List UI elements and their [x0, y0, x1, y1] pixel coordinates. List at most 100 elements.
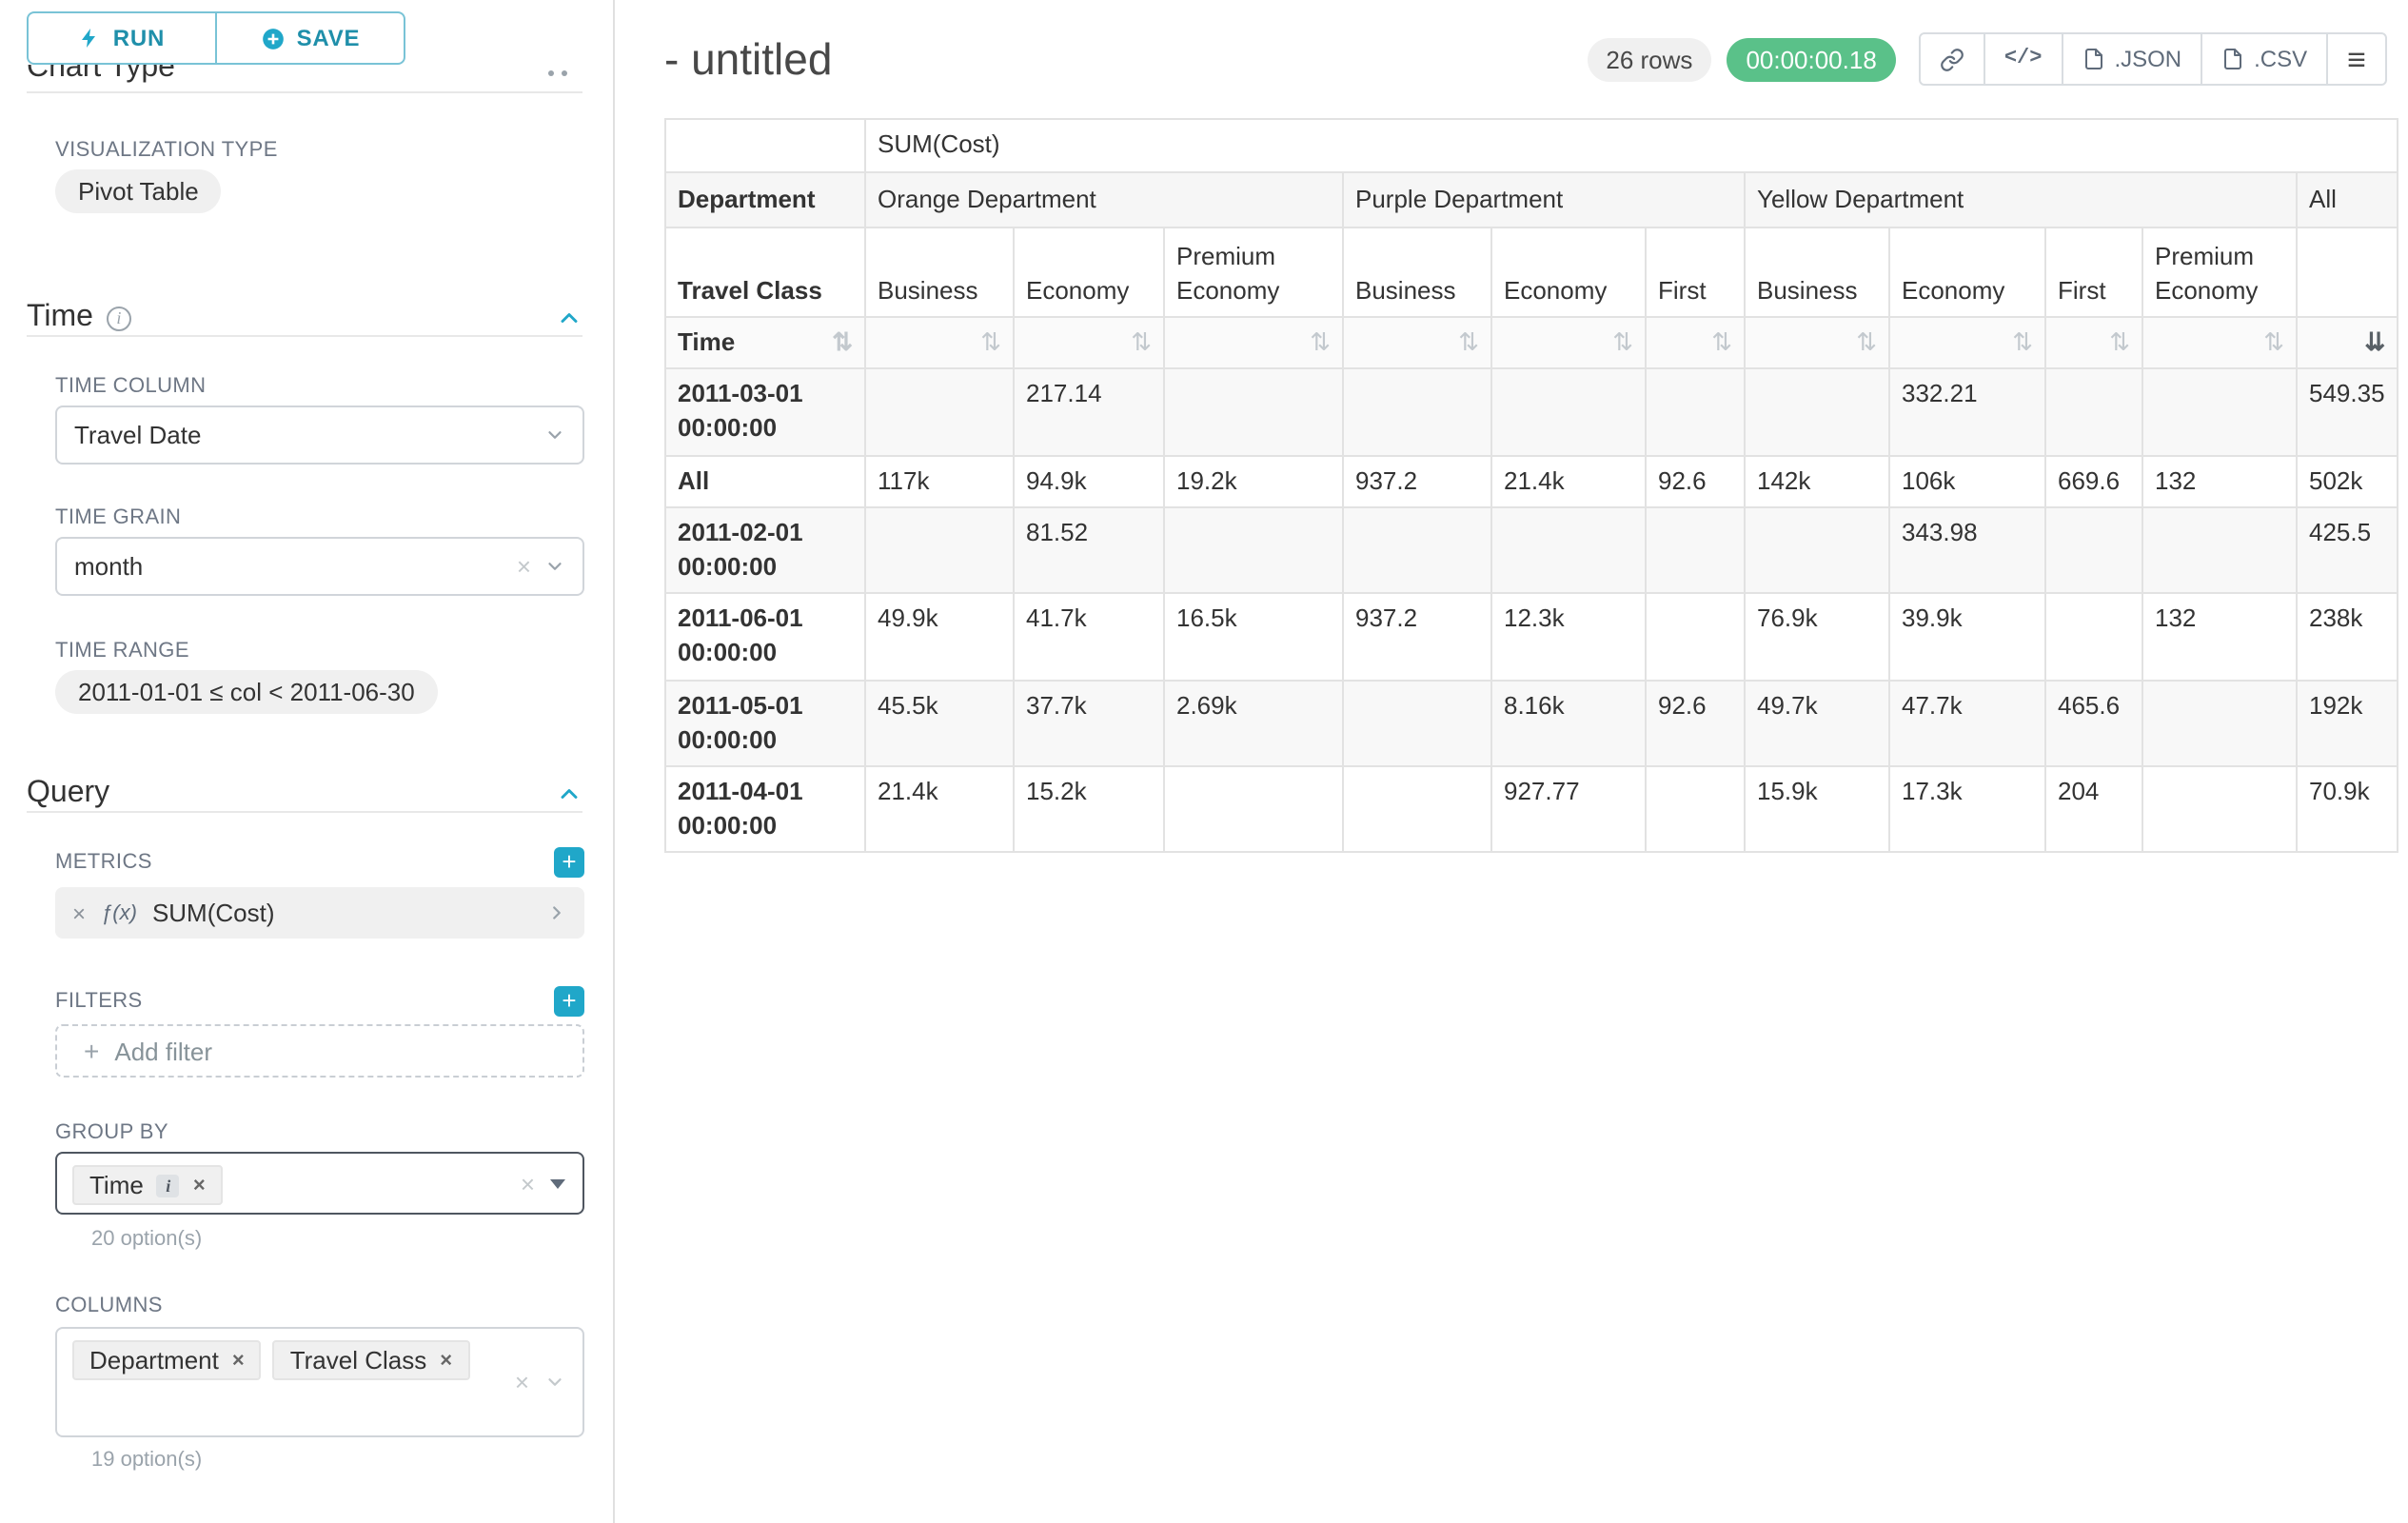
sort-header-cell: ⇅ [2142, 317, 2297, 368]
section-query[interactable]: Query [27, 777, 582, 811]
group-by-options-count: 20 option(s) [91, 1228, 584, 1251]
pivot-row: 2011-02-01 00:00:0081.52343.98425.5 [665, 507, 2398, 594]
run-button[interactable]: RUN [27, 11, 217, 65]
sort-icon[interactable]: ⇅ [1310, 326, 1331, 360]
chart-title[interactable]: - untitled [664, 33, 832, 85]
sort-icon[interactable]: ⇅ [1711, 326, 1732, 360]
add-filter-button[interactable]: + Add filter [55, 1024, 584, 1078]
clear-icon[interactable]: × [515, 1370, 529, 1394]
column-subheader: Premium Economy [2142, 227, 2297, 317]
value-cell: 106k [1889, 455, 2045, 506]
sort-header-cell: ⇅ [865, 317, 1014, 368]
sort-icon[interactable]: ⇅ [2109, 326, 2130, 360]
value-cell [1343, 507, 1491, 594]
sort-icon[interactable]: ⇅ [832, 326, 853, 360]
chevron-up-icon[interactable] [556, 781, 582, 807]
caret-down-icon[interactable] [550, 1178, 565, 1188]
sort-icon[interactable]: ⇅ [1458, 326, 1479, 360]
time-grain-select[interactable]: month × [55, 537, 584, 596]
value-cell [865, 368, 1014, 455]
value-cell: 49.7k [1745, 680, 1889, 766]
value-cell: 76.9k [1745, 593, 1889, 680]
chevron-down-icon[interactable] [544, 1372, 565, 1393]
column-subheader: Economy [1491, 227, 1646, 317]
sort-icon[interactable]: ⇅ [1131, 326, 1152, 360]
value-cell [865, 507, 1014, 594]
time-range-pill[interactable]: 2011-01-01 ≤ col < 2011-06-30 [55, 670, 438, 714]
value-cell: 343.98 [1889, 507, 2045, 594]
row-dimension-label: Time⇅ [665, 317, 865, 368]
add-filter-plus-button[interactable]: + [554, 986, 584, 1017]
remove-chip-icon[interactable]: × [440, 1349, 452, 1372]
value-cell: 217.14 [1014, 368, 1164, 455]
copy-link-button[interactable] [1919, 32, 1985, 86]
sort-icon[interactable]: ⇅ [1612, 326, 1633, 360]
add-metric-button[interactable]: + [554, 847, 584, 878]
value-cell: 937.2 [1343, 593, 1491, 680]
value-cell: 142k [1745, 455, 1889, 506]
remove-chip-icon[interactable]: × [232, 1349, 245, 1372]
columns-select[interactable]: Department × Travel Class × × [55, 1327, 584, 1437]
value-cell: 669.6 [2045, 455, 2142, 506]
group-by-chip[interactable]: Time i × [72, 1165, 223, 1205]
clear-icon[interactable]: × [521, 1171, 535, 1196]
column-subheader: Business [1343, 227, 1491, 317]
sort-icon[interactable]: ⇅ [1856, 326, 1877, 360]
metric-chip-label: SUM(Cost) [152, 899, 275, 927]
time-column-select[interactable]: Travel Date [55, 405, 584, 465]
sort-desc-icon[interactable]: ⇊ [2364, 326, 2385, 360]
viz-type-pill[interactable]: Pivot Table [55, 169, 222, 213]
export-json-button[interactable]: .JSON [2061, 32, 2202, 86]
query-timer-badge: 00:00:00.18 [1727, 37, 1895, 81]
remove-chip-icon[interactable]: × [193, 1174, 206, 1197]
value-cell: 132 [2142, 593, 2297, 680]
divider [27, 335, 582, 337]
value-cell: 465.6 [2045, 680, 2142, 766]
view-query-button[interactable]: </> [1984, 32, 2063, 86]
value-cell [2142, 680, 2297, 766]
time-column-label: TIME COLUMN [55, 375, 584, 398]
sort-header-cell: ⇅ [1491, 317, 1646, 368]
section-time[interactable]: Time i [27, 301, 582, 335]
run-button-label: RUN [113, 25, 165, 51]
divider [27, 811, 582, 813]
query-section-title: Query [27, 777, 109, 811]
value-cell: 927.77 [1491, 766, 1646, 853]
save-button[interactable]: SAVE [215, 11, 405, 65]
value-cell: 92.6 [1646, 680, 1745, 766]
more-options-button[interactable]: ≡ [2326, 32, 2387, 86]
value-cell [1745, 507, 1889, 594]
value-cell: 117k [865, 455, 1014, 506]
sort-icon[interactable]: ⇅ [980, 326, 1001, 360]
export-csv-button[interactable]: .CSV [2201, 32, 2328, 86]
remove-metric-icon[interactable]: × [72, 900, 86, 926]
columns-chip[interactable]: Travel Class × [273, 1340, 469, 1380]
metric-chip[interactable]: × ƒ(x) SUM(Cost) [55, 887, 584, 939]
save-button-label: SAVE [297, 25, 361, 51]
value-cell: 8.16k [1491, 680, 1646, 766]
info-icon[interactable]: i [157, 1174, 180, 1197]
sort-icon[interactable]: ⇅ [2263, 326, 2284, 360]
value-cell [1343, 766, 1491, 853]
column-subheader: Business [1745, 227, 1889, 317]
pivot-corner-cell [665, 119, 865, 172]
export-csv-label: .CSV [2254, 46, 2307, 72]
file-icon [2082, 48, 2104, 70]
info-icon[interactable]: i [107, 306, 131, 330]
value-cell [1646, 368, 1745, 455]
group-by-chip-label: Time [89, 1171, 144, 1199]
columns-chip[interactable]: Department × [72, 1340, 262, 1380]
value-cell [2142, 766, 2297, 853]
columns-label: COLUMNS [55, 1295, 584, 1317]
chevron-down-icon[interactable] [544, 425, 565, 445]
columns-chip-label: Department [89, 1346, 219, 1375]
value-cell: 425.5 [2297, 507, 2398, 594]
clear-icon[interactable]: × [517, 554, 531, 579]
chevron-right-icon[interactable] [546, 902, 567, 923]
chevron-down-icon[interactable] [544, 556, 565, 577]
value-cell: 94.9k [1014, 455, 1164, 506]
group-by-select[interactable]: Time i × × [55, 1152, 584, 1215]
add-filter-label: Add filter [114, 1037, 212, 1065]
chevron-up-icon[interactable] [556, 305, 582, 331]
sort-icon[interactable]: ⇅ [2012, 326, 2033, 360]
